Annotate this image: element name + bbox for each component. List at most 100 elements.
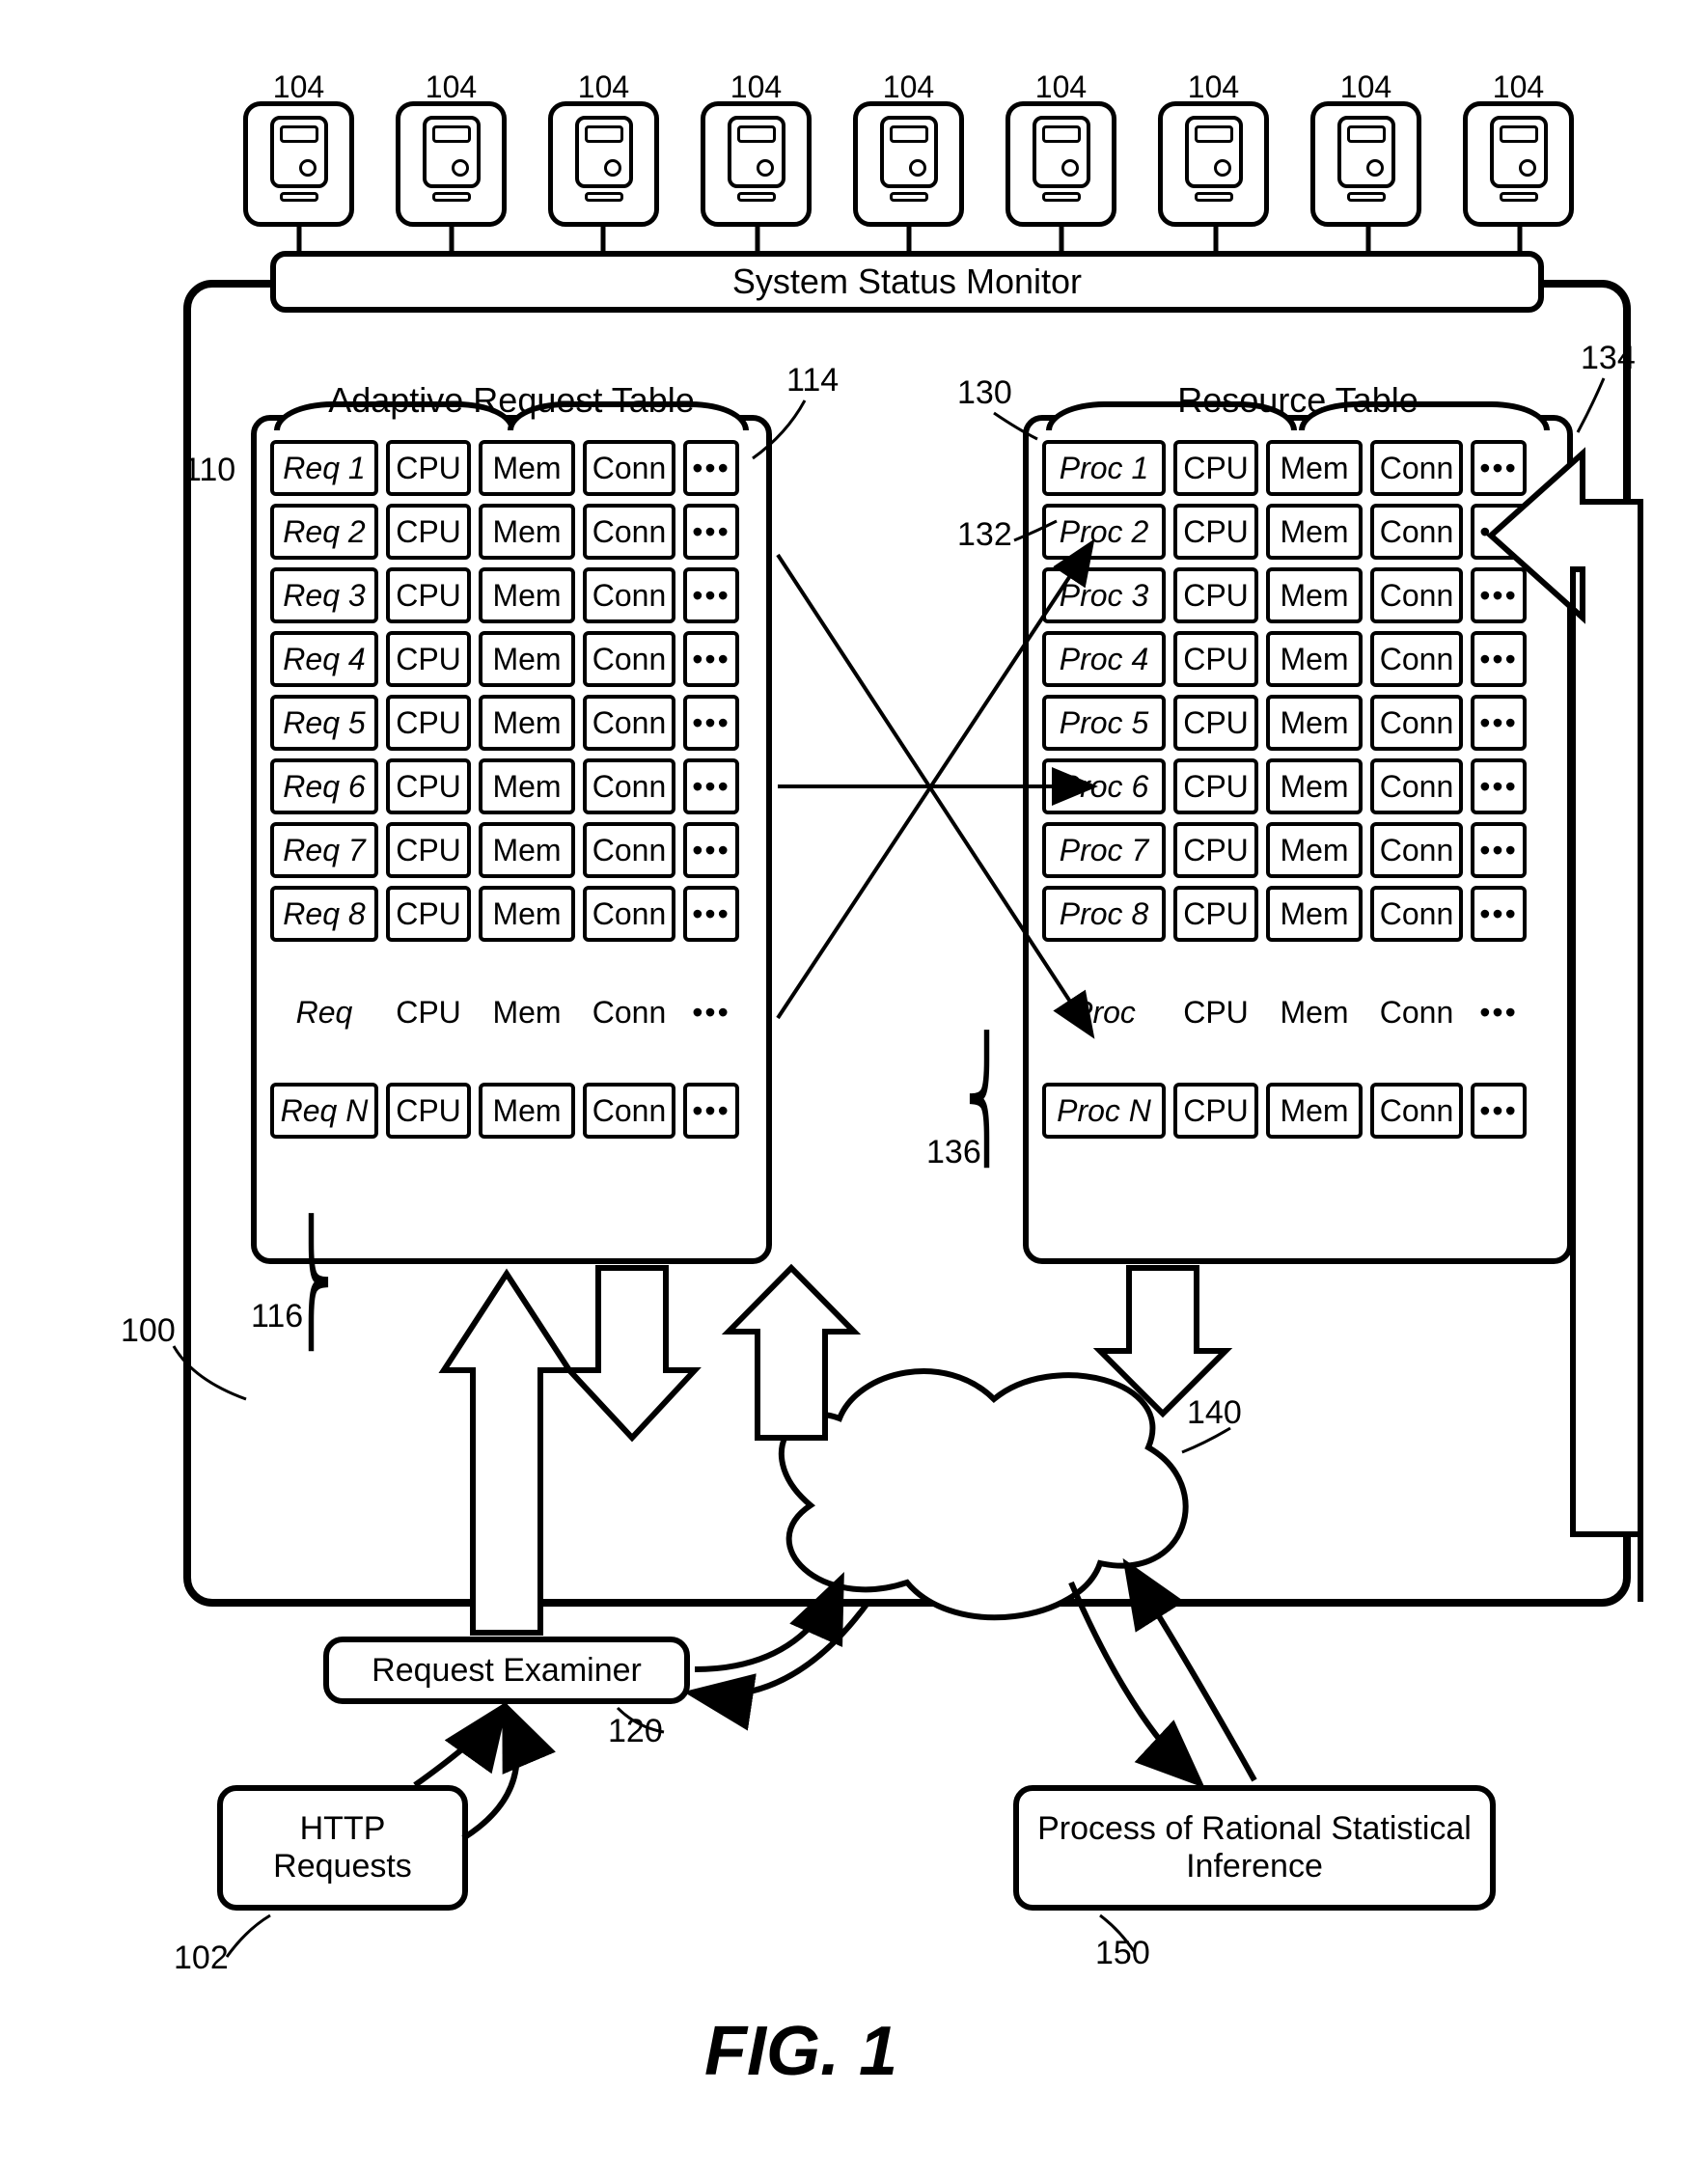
system-status-monitor-label: System Status Monitor xyxy=(732,261,1082,301)
table-cell: Mem xyxy=(479,949,575,1075)
server-icon: 104 xyxy=(1158,101,1269,227)
table-cell: CPU xyxy=(1173,1083,1258,1139)
ref-100: 100 xyxy=(121,1312,176,1350)
table-cell: CPU xyxy=(386,822,471,878)
table-cell: Mem xyxy=(1266,1083,1363,1139)
server-ref-label: 104 xyxy=(273,69,324,105)
table-row: ProcCPUMemConn••• xyxy=(1042,949,1554,1075)
ref-150: 150 xyxy=(1095,1935,1150,1972)
ref-132: 132 xyxy=(957,516,1012,554)
table-cell: Conn xyxy=(1370,631,1463,687)
table-cell: Proc 1 xyxy=(1042,440,1166,496)
table-cell: Mem xyxy=(1266,758,1363,814)
table-cell: CPU xyxy=(386,440,471,496)
table-cell: Proc N xyxy=(1042,1083,1166,1139)
adaptive-request-table-title: Adaptive Request Table xyxy=(328,380,695,421)
table-cell: Req 4 xyxy=(270,631,378,687)
table-row: Req 1CPUMemConn••• xyxy=(270,440,753,496)
brace-116: ⎬ xyxy=(289,1216,333,1351)
server-ref-label: 104 xyxy=(578,69,629,105)
table-cell: ••• xyxy=(683,758,739,814)
table-cell: Conn xyxy=(1370,695,1463,751)
table-cell: Proc 7 xyxy=(1042,822,1166,878)
table-cell: Conn xyxy=(583,1083,675,1139)
table-row: Req 8CPUMemConn••• xyxy=(270,886,753,942)
resource-table-title: Resource Table xyxy=(1177,380,1419,421)
request-examiner-label: Request Examiner xyxy=(372,1652,642,1690)
table-cell: Proc xyxy=(1042,949,1166,1075)
table-cell: CPU xyxy=(386,631,471,687)
table-cell: Req xyxy=(270,949,378,1075)
http-requests: HTTP Requests xyxy=(217,1785,468,1911)
server-icon: 104 xyxy=(1463,101,1574,227)
table-row: Req 7CPUMemConn••• xyxy=(270,822,753,878)
table-cell: CPU xyxy=(386,504,471,560)
server-icon: 104 xyxy=(243,101,354,227)
table-cell: ••• xyxy=(683,1083,739,1139)
server-icon: 104 xyxy=(396,101,507,227)
table-cell: ••• xyxy=(1471,949,1527,1075)
ref-110: 110 xyxy=(183,452,235,489)
table-row: Proc NCPUMemConn••• xyxy=(1042,1083,1554,1139)
ref-140: 140 xyxy=(1187,1394,1242,1432)
system-status-monitor: System Status Monitor xyxy=(270,251,1544,313)
table-cell: Proc 6 xyxy=(1042,758,1166,814)
table-row: Req 2CPUMemConn••• xyxy=(270,504,753,560)
table-cell: Mem xyxy=(479,567,575,623)
table-cell: Conn xyxy=(1370,758,1463,814)
table-cell: CPU xyxy=(386,695,471,751)
table-cell: Conn xyxy=(583,822,675,878)
table-cell: CPU xyxy=(1173,567,1258,623)
table-cell: Req 6 xyxy=(270,758,378,814)
table-row: Proc 1CPUMemConn••• xyxy=(1042,440,1554,496)
table-cell: Mem xyxy=(479,695,575,751)
table-cell: ••• xyxy=(683,440,739,496)
table-cell: Proc 4 xyxy=(1042,631,1166,687)
table-cell: CPU xyxy=(386,567,471,623)
server-icon: 104 xyxy=(701,101,812,227)
server-ref-label: 104 xyxy=(730,69,782,105)
table-cell: Mem xyxy=(479,886,575,942)
table-cell: CPU xyxy=(1173,758,1258,814)
table-row: Req 6CPUMemConn••• xyxy=(270,758,753,814)
request-examiner: Request Examiner xyxy=(323,1637,690,1704)
table-cell: ••• xyxy=(1471,504,1527,560)
server-ref-label: 104 xyxy=(1188,69,1239,105)
table-cell: Mem xyxy=(1266,886,1363,942)
table-cell: Req 1 xyxy=(270,440,378,496)
http-requests-label: HTTP Requests xyxy=(231,1810,455,1885)
table-cell: ••• xyxy=(683,886,739,942)
table-row: Proc 6CPUMemConn••• xyxy=(1042,758,1554,814)
table-cell: CPU xyxy=(386,886,471,942)
table-cell: Mem xyxy=(1266,949,1363,1075)
table-row: Proc 3CPUMemConn••• xyxy=(1042,567,1554,623)
table-cell: Proc 2 xyxy=(1042,504,1166,560)
table-cell: Conn xyxy=(1370,886,1463,942)
server-ref-label: 104 xyxy=(426,69,477,105)
server-ref-label: 104 xyxy=(1035,69,1087,105)
table-cell: CPU xyxy=(386,758,471,814)
table-cell: ••• xyxy=(1471,822,1527,878)
table-cell: Conn xyxy=(583,504,675,560)
figure-label: FIG. 1 xyxy=(704,2012,897,2091)
table-cell: Mem xyxy=(1266,567,1363,623)
table-row: Req NCPUMemConn••• xyxy=(270,1083,753,1139)
server-icon: 104 xyxy=(1310,101,1421,227)
table-row: Proc 4CPUMemConn••• xyxy=(1042,631,1554,687)
table-cell: Conn xyxy=(1370,504,1463,560)
ref-130: 130 xyxy=(957,374,1012,412)
table-cell: Conn xyxy=(1370,949,1463,1075)
table-cell: Conn xyxy=(1370,567,1463,623)
table-cell: ••• xyxy=(683,695,739,751)
table-cell: Conn xyxy=(583,440,675,496)
table-row: ReqCPUMemConn••• xyxy=(270,949,753,1075)
table-cell: Mem xyxy=(1266,504,1363,560)
table-cell: ••• xyxy=(683,822,739,878)
table-cell: ••• xyxy=(1471,631,1527,687)
table-cell: ••• xyxy=(1471,758,1527,814)
table-cell: Conn xyxy=(583,886,675,942)
table-cell: Conn xyxy=(1370,440,1463,496)
ref-134: 134 xyxy=(1581,340,1636,377)
ref-120: 120 xyxy=(608,1713,663,1750)
table-cell: Req 7 xyxy=(270,822,378,878)
